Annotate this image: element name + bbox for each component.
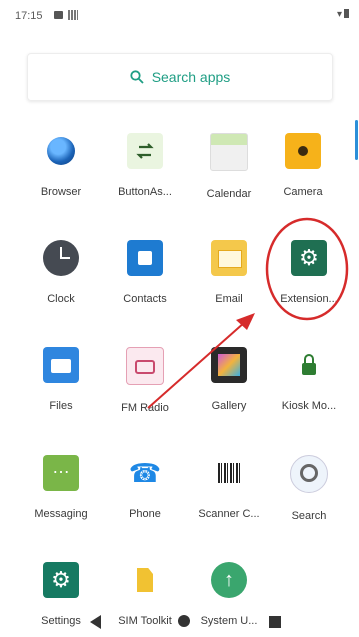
annotation-overlay [147, 217, 349, 409]
annotation-arrow-line [147, 321, 246, 409]
annotation-circle [265, 217, 349, 321]
